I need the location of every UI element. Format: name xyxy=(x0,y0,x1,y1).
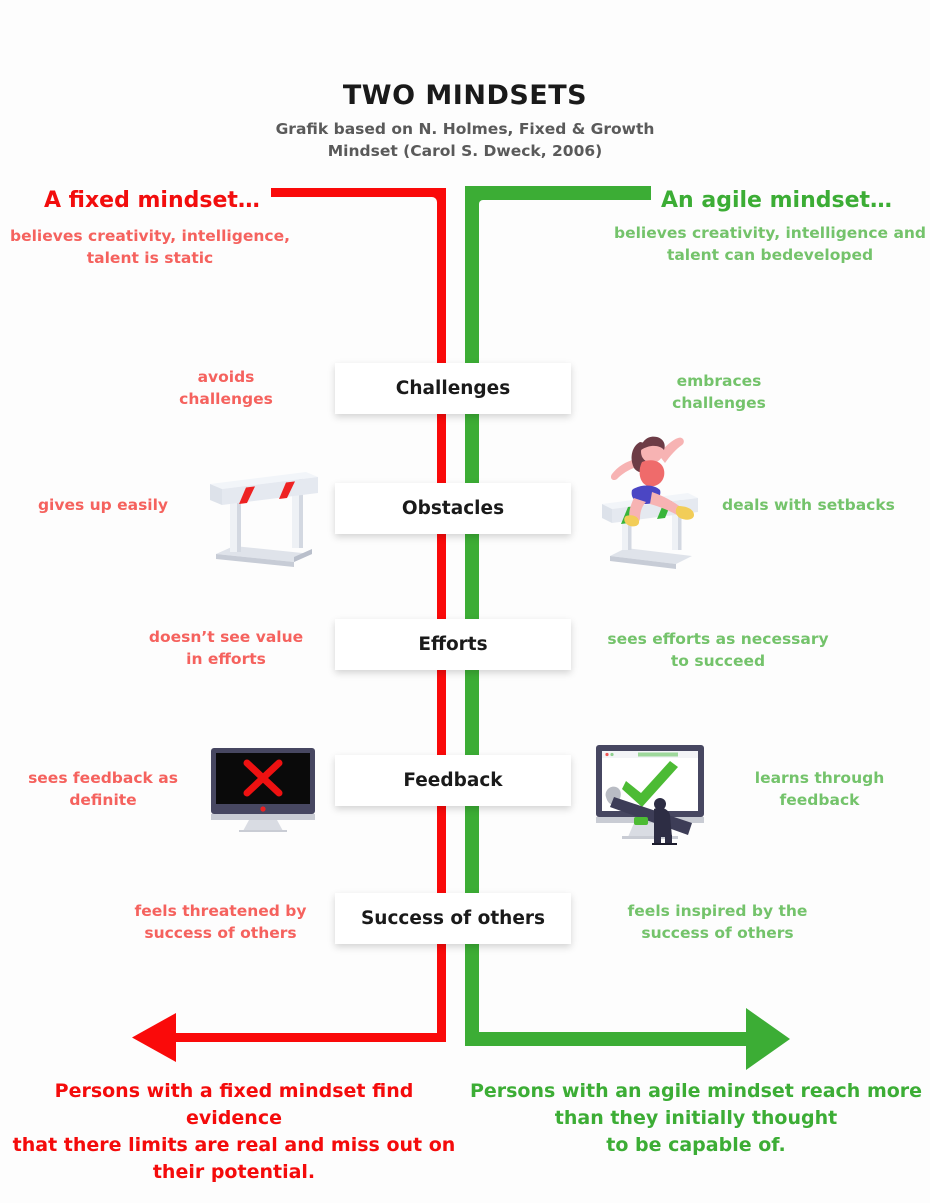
topic-card-success-of-others[interactable]: Success of others xyxy=(335,893,571,944)
fixed-label-efforts-line-2: in efforts xyxy=(186,650,266,668)
page-subtitle: Grafik based on N. Holmes, Fixed & Growt… xyxy=(0,118,930,162)
fixed-conclusion-line-1: Persons with a fixed mindset find eviden… xyxy=(54,1080,414,1129)
infographic-canvas: TWO MINDSETS Grafik based on N. Holmes, … xyxy=(0,0,930,1203)
green-top-arm xyxy=(465,186,651,200)
agile-mindset-description: believes creativity, intelligence and ta… xyxy=(610,222,930,266)
topic-card-challenges[interactable]: Challenges xyxy=(335,363,571,414)
agile-label-success: feels inspired by the success of others xyxy=(610,900,825,944)
fixed-label-challenges-line-2: challenges xyxy=(179,390,273,408)
subtitle-line-1: Grafik based on N. Holmes, Fixed & Growt… xyxy=(275,120,655,138)
fixed-label-obstacles: gives up easily xyxy=(3,494,203,516)
agile-description-line-2: talent can bedeveloped xyxy=(666,246,874,264)
agile-conclusion-line-1: Persons with an agile mindset reach more xyxy=(469,1080,923,1102)
fixed-label-challenges: avoids challenges xyxy=(126,366,326,410)
agile-conclusion-line-2: than they initially thought xyxy=(554,1107,838,1129)
monitor-red-cross-icon xyxy=(211,748,315,832)
subtitle-line-2: Mindset (Carol S. Dweck, 2006) xyxy=(327,142,603,160)
monitor-green-check-icon xyxy=(596,745,704,845)
agile-label-challenges-line-2: challenges xyxy=(672,394,766,412)
fixed-label-efforts-line-1: doesn’t see value xyxy=(148,628,304,646)
agile-label-success-line-2: success of others xyxy=(641,924,794,942)
agile-label-efforts-line-1: sees efforts as necessary xyxy=(607,630,829,648)
agile-label-feedback: learns through feedback xyxy=(722,767,917,811)
fixed-label-success: feels threatened by success of others xyxy=(113,900,328,944)
agile-label-challenges-line-1: embraces xyxy=(676,372,762,390)
agile-label-obstacles: deals with setbacks xyxy=(722,494,930,516)
topic-card-efforts[interactable]: Efforts xyxy=(335,619,571,670)
agile-label-success-line-1: feels inspired by the xyxy=(627,902,808,920)
agile-label-obstacles-line-1: deals with setbacks xyxy=(722,496,895,514)
fixed-label-challenges-line-1: avoids xyxy=(197,368,255,386)
agile-mindset-conclusion: Persons with an agile mindset reach more… xyxy=(466,1078,926,1159)
page-title: TWO MINDSETS xyxy=(342,80,588,111)
fixed-mindset-conclusion: Persons with a fixed mindset find eviden… xyxy=(4,1078,464,1186)
agile-mindset-heading: An agile mindset… xyxy=(661,188,893,213)
fixed-label-feedback-line-2: definite xyxy=(69,791,137,809)
topic-card-feedback[interactable]: Feedback xyxy=(335,755,571,806)
runner-hurdle-green-icon xyxy=(602,436,698,569)
topic-card-obstacles[interactable]: Obstacles xyxy=(335,483,571,534)
hurdle-red-icon xyxy=(210,472,318,567)
fixed-conclusion-line-2: that there limits are real and miss out … xyxy=(12,1134,456,1156)
agile-conclusion-line-3: to be capable of. xyxy=(606,1134,786,1156)
fixed-label-feedback: sees feedback as definite xyxy=(3,767,203,811)
agile-label-efforts: sees efforts as necessary to succeed xyxy=(600,628,836,672)
agile-label-feedback-line-1: learns through xyxy=(754,769,885,787)
agile-label-feedback-line-2: feedback xyxy=(779,791,860,809)
red-top-arm xyxy=(271,188,446,197)
agile-description-line-1: believes creativity, intelligence and xyxy=(613,224,927,242)
fixed-mindset-heading: A fixed mindset… xyxy=(44,188,260,213)
agile-label-challenges: embraces challenges xyxy=(619,370,819,414)
fixed-label-success-line-2: success of others xyxy=(144,924,297,942)
fixed-label-obstacles-line-1: gives up easily xyxy=(37,496,169,514)
fixed-description-line-2: talent is static xyxy=(86,249,214,267)
fixed-label-feedback-line-1: sees feedback as xyxy=(28,769,178,787)
fixed-label-efforts: doesn’t see value in efforts xyxy=(126,626,326,670)
agile-label-efforts-line-2: to succeed xyxy=(670,652,766,670)
bottom-arrows xyxy=(132,960,790,1070)
fixed-mindset-description: believes creativity, intelligence, talen… xyxy=(10,225,290,269)
fixed-label-success-line-1: feels threatened by xyxy=(134,902,307,920)
fixed-conclusion-line-3: their potential. xyxy=(152,1161,316,1183)
fixed-description-line-1: believes creativity, intelligence, xyxy=(10,227,290,245)
